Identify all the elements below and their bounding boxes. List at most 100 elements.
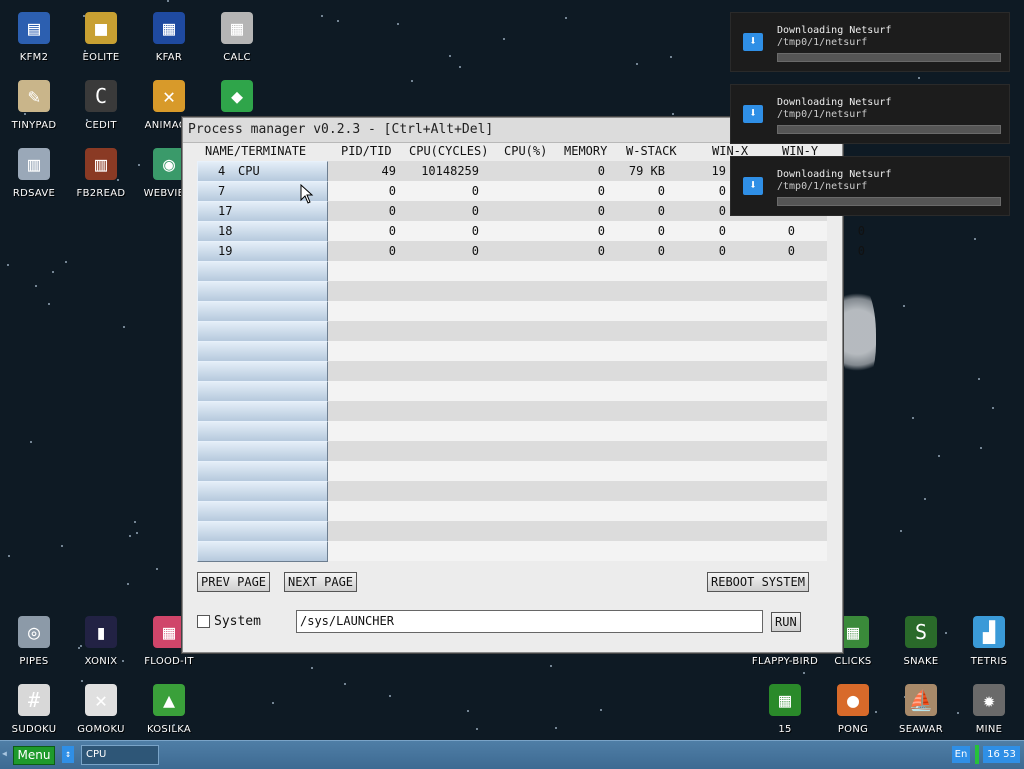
cell-mem: 79 KB (628, 164, 665, 178)
run-path-input[interactable]: /sys/LAUNCHER (296, 610, 763, 633)
desktop-icon-kfar[interactable]: ▦ KFAR (135, 4, 203, 66)
desktop-icon-kfm2[interactable]: ▤ KFM2 (0, 4, 68, 66)
clock[interactable]: 16 53 (983, 746, 1020, 763)
desktop-icon-label: PONG (837, 724, 869, 735)
tetris-icon: ▟ (973, 616, 1005, 648)
table-row (197, 421, 827, 442)
next-page-button[interactable]: NEXT PAGE (284, 572, 358, 592)
terminate-process-button[interactable] (197, 261, 328, 282)
desktop-icon-snake[interactable]: S SNAKE (887, 608, 955, 670)
notification-title: Downloading Netsurf (777, 97, 892, 108)
download-notification[interactable]: ⬇ Downloading Netsurf/tmp0/1/netsurf (730, 156, 1010, 216)
notification-path: /tmp0/1/netsurf (777, 109, 868, 120)
desktop-icon-gomoku[interactable]: ✕ GOMOKU (67, 676, 135, 738)
terminate-process-button[interactable] (197, 341, 328, 362)
terminate-process-button[interactable] (197, 281, 328, 302)
book-icon: ▥ (85, 148, 117, 180)
terminate-process-button[interactable] (197, 501, 328, 522)
terminate-process-button[interactable] (197, 361, 328, 382)
notification-path: /tmp0/1/netsurf (777, 181, 868, 192)
terminate-process-button[interactable] (197, 381, 328, 402)
desktop-icon-label: FLOOD-IT (144, 656, 194, 667)
desktop-icon-label: CALC (223, 52, 251, 63)
terminate-process-button[interactable] (197, 421, 328, 442)
row-background (328, 281, 827, 301)
mine-icon: ✹ (973, 684, 1005, 716)
menu-button[interactable]: Menu (13, 746, 55, 765)
row-background (328, 321, 827, 341)
desktop-icon-label: GOMOKU (77, 724, 125, 735)
terminate-process-button[interactable] (197, 441, 328, 462)
paint-icon: ✕ (153, 80, 185, 112)
desktop-icon-cedit[interactable]: C CEDIT (67, 72, 135, 134)
desktop-icon-eolite[interactable]: ■ EOLITE (67, 4, 135, 66)
language-indicator[interactable]: En (952, 746, 970, 763)
terminate-process-button[interactable] (197, 521, 328, 542)
terminate-process-button[interactable]: 4 CPU (197, 161, 328, 182)
taskbar-task-cpu[interactable]: CPU (81, 745, 159, 765)
cell-wstack: 0 (718, 204, 726, 218)
table-row (197, 461, 827, 482)
desktop-icon-label: SNAKE (903, 656, 939, 667)
taskbar-scroll-left-icon[interactable]: ◀ (2, 749, 7, 758)
reboot-system-button[interactable]: REBOOT SYSTEM (707, 572, 809, 592)
row-background (328, 241, 827, 261)
process-slot: 7 (218, 184, 226, 198)
table-row (197, 281, 827, 302)
taskbar-switch-icon[interactable]: ↕ (62, 746, 74, 763)
desktop-icon-tetris[interactable]: ▟ TETRIS (955, 608, 1023, 670)
desktop-icon-rdsave[interactable]: ▥ RDSAVE (0, 140, 68, 202)
run-button[interactable]: RUN (771, 612, 801, 632)
terminate-process-button[interactable]: 19 (197, 241, 328, 262)
row-background (328, 441, 827, 461)
terminate-process-button[interactable] (197, 541, 328, 562)
cell-pct: 0 (597, 164, 605, 178)
desktop-icon-label: SUDOKU (11, 724, 57, 735)
cell-pid: 0 (388, 204, 396, 218)
desktop-icon-mine[interactable]: ✹ MINE (955, 676, 1023, 738)
desktop-icon-label: KFM2 (19, 52, 49, 63)
row-background (328, 221, 827, 241)
cell-winx: 0 (787, 224, 795, 238)
desktop-icon-kosilka[interactable]: ▲ KOSILKA (135, 676, 203, 738)
floppy-icon: ▤ (18, 12, 50, 44)
process-slot: 19 (218, 244, 233, 258)
download-progress-bar (777, 125, 1001, 134)
terminate-process-button[interactable]: 17 (197, 201, 328, 222)
xonix-icon: ▮ (85, 616, 117, 648)
download-notification[interactable]: ⬇ Downloading Netsurf/tmp0/1/netsurf (730, 84, 1010, 144)
flood-it-icon: ▦ (153, 616, 185, 648)
table-row (197, 521, 827, 542)
terminate-process-button[interactable]: 18 (197, 221, 328, 242)
desktop-icon-tinypad[interactable]: ✎ TINYPAD (0, 72, 68, 134)
terminate-process-button[interactable] (197, 481, 328, 502)
cell-winy: 0 (857, 224, 865, 238)
code-editor-icon: C (85, 80, 117, 112)
table-row (197, 541, 827, 562)
terminate-process-button[interactable] (197, 461, 328, 482)
desktop-icon-label: MINE (975, 724, 1003, 735)
terminate-process-button[interactable] (197, 301, 328, 322)
desktop-icon-label: EOLITE (82, 52, 120, 63)
column-cpu-cycles: CPU(CYCLES) (409, 144, 489, 158)
desktop-icon-seawar[interactable]: ⛵ SEAWAR (887, 676, 955, 738)
cell-pid: 49 (381, 164, 396, 178)
table-row: 19 0 0 0 0 0 0 0 (197, 241, 865, 262)
desktop-icon-xonix[interactable]: ▮ XONIX (67, 608, 135, 670)
desktop-icon-calc[interactable]: ▦ CALC (203, 4, 271, 66)
download-notification[interactable]: ⬇ Downloading Netsurf/tmp0/1/netsurf (730, 12, 1010, 72)
terminate-process-button[interactable] (197, 401, 328, 422)
table-row (197, 481, 827, 502)
system-checkbox[interactable] (197, 615, 210, 628)
rdsave-icon: ▥ (18, 148, 50, 180)
prev-page-button[interactable]: PREV PAGE (197, 572, 271, 592)
desktop-icon-15[interactable]: ▦ 15 (751, 676, 819, 738)
desktop-icon-fb2read[interactable]: ▥ FB2READ (67, 140, 135, 202)
desktop-icon-sudoku[interactable]: # SUDOKU (0, 676, 68, 738)
cube-icon: ◆ (221, 80, 253, 112)
desktop-icon-pong[interactable]: ● PONG (819, 676, 887, 738)
cell-pct: 0 (597, 184, 605, 198)
kfar-icon: ▦ (153, 12, 185, 44)
terminate-process-button[interactable] (197, 321, 328, 342)
desktop-icon-pipes[interactable]: ◎ PIPES (0, 608, 68, 670)
